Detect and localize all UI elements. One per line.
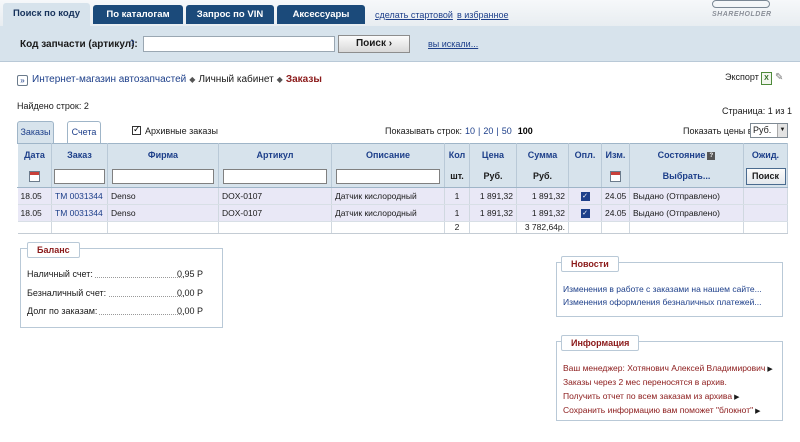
search-button[interactable]: Поиск › (338, 35, 410, 53)
col-description[interactable]: Описание (331, 143, 445, 166)
col-sum[interactable]: Сумма (516, 143, 569, 166)
tab-invoices[interactable]: Счета (67, 121, 101, 143)
col-paid[interactable]: Опл. (568, 143, 602, 166)
chevron-down-icon: ▼ (777, 124, 787, 137)
breadcrumb-orders: Заказы (285, 74, 322, 85)
arrow-right-icon: ▶ (734, 394, 740, 401)
news-item[interactable]: Изменения в работе с заказами на нашем с… (563, 284, 762, 294)
col-changed[interactable]: Изм. (601, 143, 630, 166)
table-row: 18.05 TM 0031344 Denso DOX-0107 Датчик к… (17, 187, 788, 205)
info-title: Информация (561, 335, 640, 351)
breadcrumb-account[interactable]: Личный кабинет (198, 74, 273, 85)
col-order[interactable]: Заказ (51, 143, 108, 166)
tab-accessories[interactable]: Аксессуары (277, 5, 365, 24)
filter-brand-input[interactable] (112, 168, 214, 184)
price-unit: Руб. (469, 166, 517, 188)
excel-export-icon[interactable]: X (761, 72, 772, 85)
col-article[interactable]: Артикул (218, 143, 332, 166)
export-label: Экспорт (725, 72, 759, 82)
sum-unit: Руб. (516, 166, 569, 188)
info-item-notepad[interactable]: Сохранить информацию вам поможет "блокно… (563, 405, 761, 415)
col-brand[interactable]: Фирма (107, 143, 219, 166)
balance-panel: Баланс Наличный счет: 0,95 Р Безналичный … (20, 242, 223, 328)
order-link[interactable]: TM 0031344 (51, 187, 108, 205)
rows-option-100[interactable]: 100 (518, 126, 533, 136)
tab-vin-request[interactable]: Запрос по VIN (186, 5, 274, 24)
calendar-icon[interactable] (610, 170, 621, 182)
filter-order-input[interactable] (54, 168, 105, 184)
order-debt: Долг по заказам: 0,00 Р (27, 306, 204, 316)
info-item-manager[interactable]: Ваш менеджер: Хотянович Алексей Владимир… (563, 363, 773, 373)
breadcrumb: » Интернет-магазин автозапчастей ◆ Личный к… (17, 74, 322, 86)
news-panel: Новости Изменения в работе с заказами на… (556, 256, 783, 317)
col-state[interactable]: Состояние? (629, 143, 744, 166)
search-help-icon[interactable]: ? (130, 39, 134, 48)
paid-checkbox: ✓ (580, 192, 590, 201)
col-price[interactable]: Цена (469, 143, 517, 166)
search-input[interactable] (143, 36, 335, 52)
pagination: Страница: 1 из 1 (722, 106, 792, 116)
tab-orders[interactable]: Заказы (17, 121, 54, 144)
paid-checkbox: ✓ (580, 209, 590, 218)
rows-option-20[interactable]: 20 (483, 126, 493, 136)
state-filter-select[interactable]: Выбрать... (663, 171, 711, 181)
info-item-report[interactable]: Получить отчет по всем заказам из архива… (563, 391, 739, 401)
col-expected[interactable]: Ожид. (743, 143, 788, 166)
tab-search-by-code[interactable]: Поиск по коду (3, 3, 90, 26)
help-icon: ? (707, 152, 716, 160)
price-currency: Показать цены в: Руб. ▼ (683, 123, 788, 138)
info-item-archive[interactable]: Заказы через 2 мес переносятся в архив. (563, 377, 727, 387)
search-bar: Код запчасти (артикул): ? Поиск › вы иск… (0, 26, 800, 62)
filter-description-input[interactable] (336, 168, 440, 184)
add-to-favorites-link[interactable]: в избранное (457, 10, 508, 20)
archive-checkbox[interactable] (132, 124, 141, 135)
home-icon[interactable]: » (17, 75, 28, 86)
qty-unit: шт. (444, 166, 470, 188)
total-sum: 3 782,64р. (516, 221, 569, 234)
balance-title: Баланс (27, 242, 80, 258)
recent-searches-link[interactable]: вы искали... (428, 39, 478, 49)
total-qty: 2 (444, 221, 470, 234)
cashless-account: Безналичный счет: 0,00 Р (27, 288, 204, 298)
news-item[interactable]: Изменения оформления безналичных платеже… (563, 297, 761, 307)
news-title: Новости (561, 256, 619, 272)
archive-orders-toggle[interactable]: Архивные заказы (132, 124, 218, 136)
rows-per-page: Показывать строк: 10 | 20 | 50 100 (385, 126, 533, 136)
tab-catalogs[interactable]: По каталогам (93, 5, 183, 24)
logo: SHAREHOLDER (712, 0, 771, 22)
currency-select[interactable]: Руб. ▼ (750, 123, 788, 138)
export-area: Экспорт X ✎ (725, 72, 783, 85)
cash-account: Наличный счет: 0,95 Р (27, 269, 204, 279)
info-panel: Информация Ваш менеджер: Хотянович Алекс… (556, 335, 783, 421)
arrow-right-icon: ▶ (767, 366, 773, 373)
found-rows: Найдено строк: 2 (17, 101, 89, 111)
col-date[interactable]: Дата (17, 143, 52, 166)
rows-option-10[interactable]: 10 (465, 126, 475, 136)
calendar-icon[interactable] (29, 170, 40, 182)
totals-row: 2 3 782,64р. (17, 221, 788, 234)
filter-article-input[interactable] (223, 168, 327, 184)
col-qty[interactable]: Кол (444, 143, 470, 166)
breadcrumb-shop[interactable]: Интернет-магазин автозапчастей (32, 74, 186, 85)
search-label: Код запчасти (артикул): (20, 39, 138, 50)
orders-table: Дата Заказ Фирма Артикул Описание Кол Це… (17, 143, 788, 234)
arrow-right-icon: ▶ (755, 408, 761, 415)
table-search-button[interactable]: Поиск (745, 167, 786, 185)
order-link[interactable]: TM 0031344 (51, 204, 108, 222)
top-navigation: Поиск по коду По каталогам Запрос по VIN… (0, 0, 800, 26)
edit-icon[interactable]: ✎ (775, 72, 787, 85)
rows-option-50[interactable]: 50 (502, 126, 512, 136)
table-row: 18.05 TM 0031344 Denso DOX-0107 Датчик к… (17, 204, 788, 222)
make-start-page-link[interactable]: сделать стартовой (375, 10, 453, 20)
